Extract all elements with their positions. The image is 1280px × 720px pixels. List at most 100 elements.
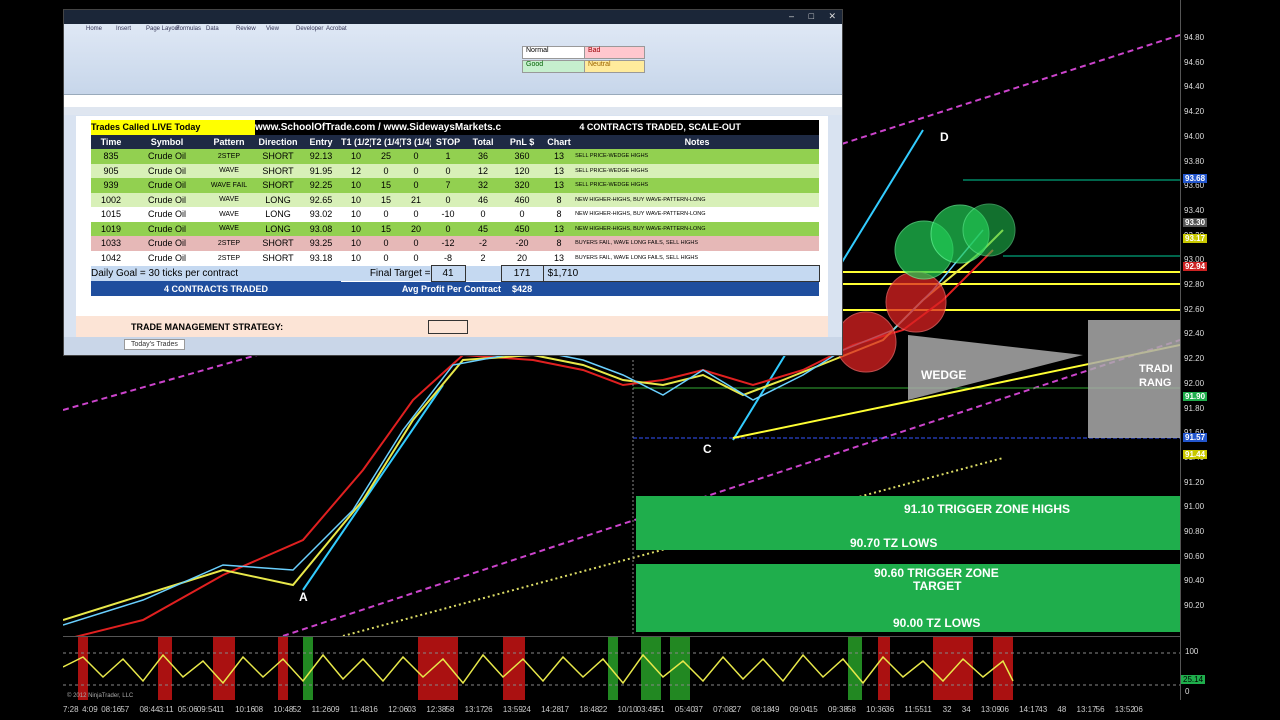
column-header: Chart: [543, 134, 576, 149]
price-tick: 90.60: [1184, 551, 1205, 561]
ribbon-tab[interactable]: Page Layout: [146, 26, 180, 32]
time-label: 43: [1038, 705, 1048, 714]
excel-ribbon[interactable]: Home Insert Page Layout Formulas Data Review V…: [64, 24, 842, 95]
channel-line-upper-right: [822, 34, 1180, 151]
cell-entry: 93.08: [301, 221, 342, 236]
ribbon-tab[interactable]: Review: [236, 26, 256, 32]
cell-chart: 13: [543, 178, 576, 193]
excel-window[interactable]: ✕ □ – Home Insert Page Layout Formulas Data R…: [63, 9, 843, 356]
ribbon-tabs[interactable]: Home Insert Page Layout Formulas Data Review V…: [64, 24, 842, 36]
time-label: 07:08: [713, 705, 734, 714]
zone1-top-label: 91.10 TRIGGER ZONE HIGHS: [904, 502, 1071, 516]
cell-time: 1033: [91, 236, 131, 251]
cell-pnl: 360: [501, 149, 544, 164]
cell-time: 1042: [91, 250, 131, 266]
time-label: 14:17: [1019, 705, 1040, 714]
final-target-value: 41: [430, 265, 466, 282]
cell-stop: 0: [431, 192, 466, 207]
time-label: 12:06: [388, 705, 409, 714]
time-label: 11:26: [311, 705, 332, 714]
cell-notes: NEW HIGHER-HIGHS, BUY WAVE-PATTERN-LONG: [575, 221, 820, 236]
osc-value-tag: 25.14: [1181, 675, 1206, 684]
trades-table: Trades Called LIVE Today www.SchoolOfTra…: [91, 120, 820, 296]
price-tag: 91.90: [1183, 392, 1208, 401]
zone2-sub-label: TARGET: [913, 579, 962, 593]
ribbon-tab[interactable]: Data: [206, 26, 219, 32]
label-trading-range: TRADI RANG: [1139, 363, 1173, 389]
column-header: Symbol: [131, 134, 203, 149]
cell-notes: NEW HIGHER-HIGHS, BUY WAVE-PATTERN-LONG: [575, 207, 820, 222]
price-tick: 92.40: [1184, 329, 1205, 339]
ribbon-tab[interactable]: Formulas: [176, 26, 201, 32]
cell-stop: -8: [431, 250, 466, 266]
price-tag: 93.17: [1183, 234, 1208, 243]
cell-t1: 10: [341, 221, 372, 236]
cell-chart: 8: [543, 236, 576, 251]
column-header: STOP: [431, 134, 466, 149]
maximize-icon[interactable]: □: [809, 11, 814, 21]
ribbon-tab[interactable]: Insert: [116, 26, 131, 32]
osc-bar: [993, 637, 1013, 701]
cell-entry: 92.25: [301, 178, 342, 193]
time-label: 13:09: [980, 705, 1001, 714]
cell-symbol: Crude Oil: [131, 250, 203, 266]
cell-total: 0: [465, 207, 502, 222]
ribbon-tab[interactable]: Home: [86, 26, 102, 32]
trigger-zone-highs: 91.10 TRIGGER ZONE HIGHS 90.70 TZ LOWS: [636, 496, 1180, 550]
time-label: 08:18: [751, 705, 772, 714]
style-neutral[interactable]: Neutral: [584, 60, 645, 73]
cell-pnl: 120: [501, 163, 544, 178]
cell-symbol: Crude Oil: [131, 192, 203, 207]
ribbon-tab[interactable]: Developer: [296, 26, 323, 32]
contracts-label: 4 CONTRACTS TRADED: [91, 281, 342, 296]
cell-entry: 93.25: [301, 236, 342, 251]
cell-pattern: 2STEP: [203, 236, 256, 251]
price-tick: 91.00: [1184, 502, 1205, 512]
cell-direction: SHORT: [255, 163, 302, 178]
cell-stop: -12: [431, 236, 466, 251]
time-label: 09:54: [196, 705, 217, 714]
osc-bar: [641, 637, 661, 701]
time-label: 10:36: [866, 705, 887, 714]
minimize-icon[interactable]: –: [789, 11, 794, 21]
banner-left: Trades Called LIVE Today: [91, 120, 256, 135]
price-tick: 90.20: [1184, 601, 1205, 611]
cell-direction: LONG: [255, 192, 302, 207]
time-label: 34: [961, 705, 971, 714]
price-tag: 93.30: [1183, 218, 1208, 227]
trades-sheet[interactable]: Trades Called LIVE Today www.SchoolOfTra…: [76, 116, 828, 338]
time-label: 22: [598, 705, 608, 714]
cell-t2: 0: [371, 250, 402, 266]
cell-chart: 13: [543, 221, 576, 236]
cell-direction: SHORT: [255, 178, 302, 193]
avg-value: $428: [501, 281, 544, 296]
style-bad[interactable]: Bad: [584, 46, 645, 59]
price-tag: 92.94: [1183, 262, 1208, 271]
trendline-a: [302, 384, 444, 591]
goal-row: Daily Goal = 30 ticks per contract Final…: [91, 265, 820, 282]
cell-notes: SELL PRICE-WEDGE HIGHS: [575, 178, 820, 193]
time-label: 10/10: [617, 705, 638, 714]
cell-notes: SELL PRICE-WEDGE HIGHS: [575, 163, 820, 178]
label-wedge: WEDGE: [921, 368, 967, 382]
cell-symbol: Crude Oil: [131, 221, 203, 236]
cell-direction: SHORT: [255, 236, 302, 251]
ribbon-tab[interactable]: Acrobat: [326, 26, 347, 32]
selected-cell[interactable]: [428, 320, 468, 334]
cell-total: 2: [465, 250, 502, 266]
ribbon-tab[interactable]: View: [266, 26, 279, 32]
time-label: 03:49: [636, 705, 657, 714]
style-normal[interactable]: Normal: [522, 46, 585, 59]
cell-symbol: Crude Oil: [131, 163, 203, 178]
cell-symbol: Crude Oil: [131, 207, 203, 222]
close-icon[interactable]: ✕: [828, 11, 836, 22]
cell-notes: NEW HIGHER-HIGHS, BUY WAVE-PATTERN-LONG: [575, 192, 820, 207]
cell-pattern: WAVE: [203, 192, 256, 207]
time-label: 09: [330, 705, 340, 714]
cell-total: 46: [465, 192, 502, 207]
sheet-tab-today[interactable]: Today's Trades: [124, 339, 185, 350]
cell-stop: -10: [431, 207, 466, 222]
style-good[interactable]: Good: [522, 60, 585, 73]
column-header: Pattern: [203, 134, 256, 149]
table-row: 835 Crude Oil 2STEP SHORT 92.13 10 25 0 1 36 360 13…: [91, 149, 820, 164]
